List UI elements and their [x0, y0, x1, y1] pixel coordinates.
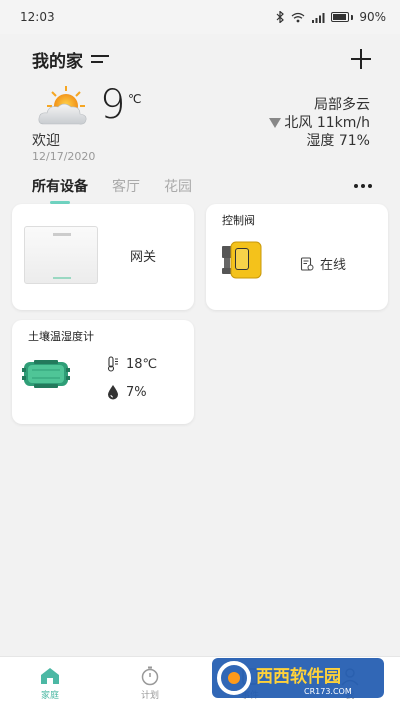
wind-text: 北风 11km/h	[284, 115, 370, 131]
room-tabs: 所有设备 客厅 花园	[32, 172, 372, 204]
weather-condition: 局部多云	[314, 97, 370, 113]
wind-row: 北风 11km/h	[269, 114, 370, 132]
status-icons: 90%	[276, 10, 386, 24]
device-card-soil-sensor[interactable]: 土壤温湿度计 18℃ 7%	[12, 320, 194, 424]
home-selector[interactable]: 我的家	[32, 47, 109, 72]
home-title: 我的家	[32, 51, 83, 72]
valve-status: 在线	[300, 254, 346, 273]
gateway-name: 网关	[130, 250, 157, 265]
gateway-image	[24, 226, 98, 284]
timer-icon	[141, 666, 159, 686]
humidity-text: 湿度 71%	[306, 133, 370, 149]
soil-sensor-image	[22, 360, 70, 388]
tab-living-room[interactable]: 客厅	[112, 176, 140, 196]
watermark-logo: 西西软件园 CR173.COM	[212, 658, 384, 698]
bluetooth-icon	[276, 11, 285, 23]
weather-details: 局部多云 北风 11km/h 湿度 71%	[269, 96, 370, 150]
temperature-value: 9	[100, 82, 126, 128]
nav-home-label: 家庭	[40, 691, 59, 701]
device-card-valve[interactable]: 控制阀 在线	[206, 204, 388, 310]
water-drop-icon	[108, 385, 118, 400]
home-icon	[41, 668, 59, 684]
valve-name: 控制阀	[222, 214, 255, 227]
soil-temperature-value: 18℃	[126, 356, 158, 372]
wind-direction-icon	[269, 118, 282, 128]
add-device-button[interactable]	[350, 48, 372, 70]
battery-percent: 90%	[359, 10, 386, 24]
tab-all-devices[interactable]: 所有设备	[32, 176, 88, 204]
nav-schedule-label: 计划	[140, 691, 159, 701]
svg-text:CR173.COM: CR173.COM	[304, 687, 352, 696]
signal-icon	[312, 12, 325, 23]
battery-icon	[331, 12, 354, 22]
more-options-icon[interactable]	[354, 184, 372, 188]
home-menu-icon	[91, 55, 109, 63]
home-header: 我的家	[32, 44, 372, 74]
valve-image	[222, 241, 262, 279]
device-card-gateway[interactable]: 网关	[12, 204, 194, 310]
nav-home[interactable]: 家庭	[0, 657, 100, 710]
date-text: 12/17/2020	[32, 150, 96, 163]
temperature-unit: ℃	[128, 92, 142, 106]
nav-schedule[interactable]: 计划	[100, 657, 200, 710]
wifi-icon	[291, 12, 305, 22]
online-status-icon	[300, 256, 314, 271]
tab-garden[interactable]: 花园	[164, 176, 192, 196]
valve-status-text: 在线	[320, 258, 347, 273]
partly-cloudy-icon	[38, 86, 87, 125]
status-bar: 12:03 90%	[0, 0, 400, 34]
weather-panel: 9 ℃ 欢迎 12/17/2020 局部多云 北风 11km/h 湿度 71%	[30, 82, 370, 164]
soil-temperature-row: 18℃	[106, 356, 157, 372]
status-time: 12:03	[20, 10, 55, 24]
welcome-text: 欢迎	[32, 133, 60, 149]
svg-text:西西软件园: 西西软件园	[256, 666, 341, 687]
soil-sensor-name: 土壤温湿度计	[28, 330, 94, 343]
soil-humidity-row: 7%	[106, 384, 147, 400]
thermometer-icon	[107, 356, 118, 372]
soil-humidity-value: 7%	[126, 384, 147, 400]
